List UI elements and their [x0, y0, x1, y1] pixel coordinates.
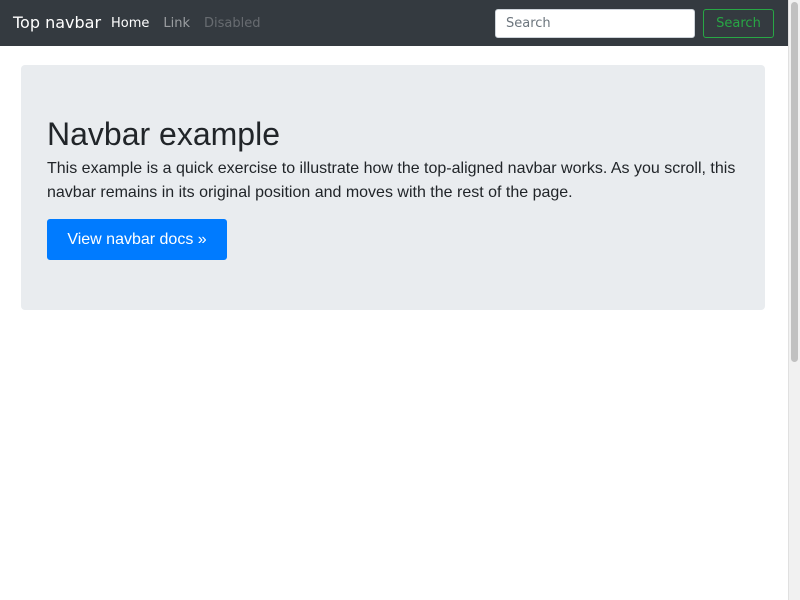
navbar-brand[interactable]: Top navbar [13, 13, 101, 33]
search-input[interactable] [495, 9, 695, 38]
scrollbar-thumb[interactable] [791, 2, 798, 362]
lead-paragraph: This example is a quick exercise to illu… [47, 160, 736, 201]
page-viewport: Top navbar Home Link Disabled Search Nav… [0, 0, 788, 600]
nav-link-link[interactable]: Link [163, 15, 190, 32]
page-title: Navbar example [47, 116, 280, 152]
top-navbar: Top navbar Home Link Disabled Search [0, 0, 788, 46]
vertical-scrollbar[interactable] [788, 0, 800, 600]
nav-link-home[interactable]: Home [111, 15, 149, 32]
jumbotron: Navbar example This example is a quick e… [21, 65, 765, 310]
view-docs-button[interactable]: View navbar docs » [47, 219, 227, 260]
search-button[interactable]: Search [703, 9, 774, 38]
nav-link-disabled: Disabled [204, 16, 261, 31]
nav-links: Home Link Disabled [111, 15, 275, 32]
